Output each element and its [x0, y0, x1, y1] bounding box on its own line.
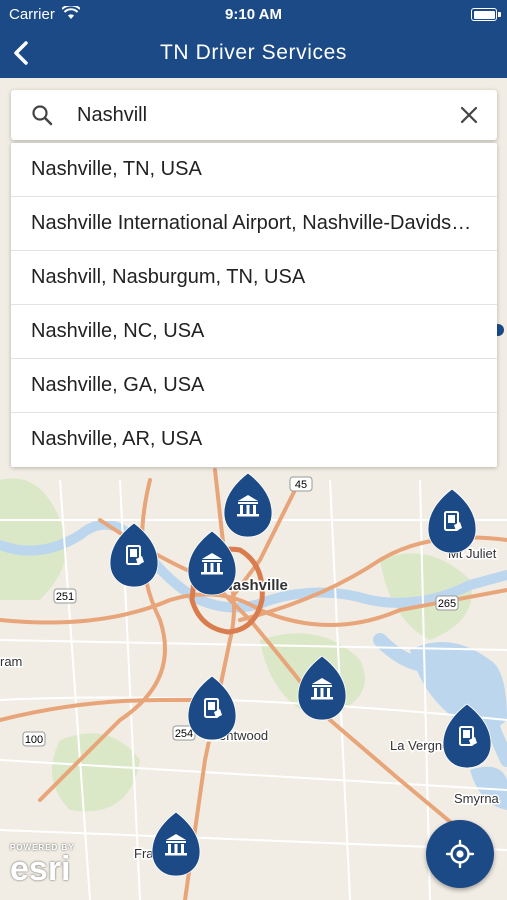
search-input[interactable]: [77, 99, 437, 131]
suggestion-item[interactable]: Nashville, TN, USA: [11, 143, 497, 197]
search-suggestions: Nashville, TN, USA Nashville Internation…: [11, 143, 497, 467]
close-icon[interactable]: [457, 103, 481, 127]
suggestion-item[interactable]: Nashville, AR, USA: [11, 413, 497, 467]
page-title: TN Driver Services: [160, 41, 347, 64]
route-shield: 100: [22, 731, 46, 747]
place-label: ram: [0, 654, 22, 669]
svg-text:251: 251: [56, 591, 74, 603]
search-icon: [31, 104, 53, 126]
locate-button[interactable]: [426, 820, 494, 888]
svg-text:100: 100: [25, 734, 43, 746]
suggestion-item[interactable]: Nashville, GA, USA: [11, 359, 497, 413]
search-bar: [11, 90, 497, 140]
suggestion-item[interactable]: Nashville International Airport, Nashvil…: [11, 197, 497, 251]
esri-logo: POWERED BY esri: [10, 843, 75, 886]
suggestion-item[interactable]: Nashvill, Nasburgum, TN, USA: [11, 251, 497, 305]
brand-label: esri: [10, 850, 71, 888]
status-bar: Carrier 9:10 AM: [0, 0, 507, 28]
route-shield: 265: [435, 595, 459, 611]
place-label: La Vergne: [390, 738, 449, 753]
svg-text:254: 254: [175, 728, 193, 740]
navigation-bar: TN Driver Services: [0, 28, 507, 78]
place-label: Smyrna: [454, 791, 500, 806]
battery-icon: [471, 8, 501, 21]
svg-text:45: 45: [295, 479, 307, 491]
route-shield: 251: [53, 588, 77, 604]
svg-text:265: 265: [438, 598, 456, 610]
clock: 9:10 AM: [225, 6, 282, 23]
suggestion-item[interactable]: Nashville, NC, USA: [11, 305, 497, 359]
route-shield: 45: [289, 476, 313, 492]
